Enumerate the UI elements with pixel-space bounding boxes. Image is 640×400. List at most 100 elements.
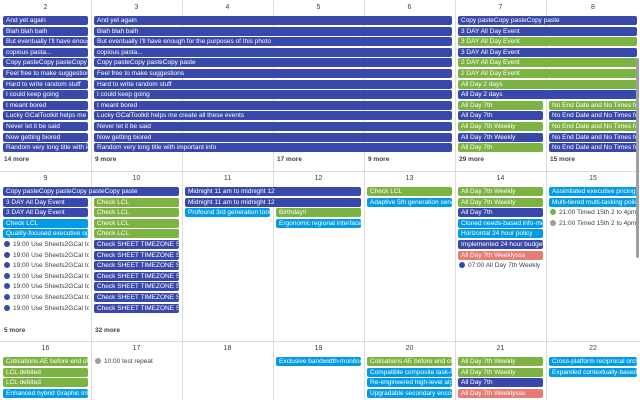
event-chip[interactable]: Adaptive 5th generation service-desk xyxy=(367,197,452,207)
event-chip[interactable]: Check SHEET TIMEZONE SETTING xyxy=(94,271,179,281)
event-chip[interactable]: Feel free to make suggestions xyxy=(94,69,452,78)
event-chip[interactable]: Implemented 24 hour budgetary management xyxy=(458,240,543,249)
day-number[interactable]: 15 xyxy=(546,173,640,185)
event-chip[interactable]: All Day 7th Weekly xyxy=(458,367,543,377)
event-chip[interactable]: 3 DAY All Day Event xyxy=(3,208,88,218)
event-chip[interactable]: Check SHEET TIMEZONE SETTING xyxy=(94,240,179,249)
event-chip[interactable]: Copy pasteCopy pasteCopy paste xyxy=(458,16,637,25)
event-chip[interactable]: Hard to write random stuff xyxy=(94,79,452,89)
event-chip[interactable]: Expanded contextually-based strategy xyxy=(549,367,637,377)
day-number[interactable]: 7 xyxy=(455,2,546,14)
event-chip[interactable]: 3 DAY All Day Event xyxy=(458,47,637,57)
event-chip[interactable]: All Day 7th Weekly xyxy=(458,122,543,131)
event-chip[interactable]: Copy pasteCopy pasteCopy pasteCopy paste xyxy=(3,187,179,196)
event-chip[interactable]: 2 DAY All Day Event xyxy=(458,69,637,78)
event-chip[interactable]: No End Date and No Times for this xyxy=(549,143,637,153)
event-chip[interactable]: Lucky GCalToolkit helps me create all th… xyxy=(94,111,452,121)
timed-event[interactable]: 21:00 Timed 15th 2 to 4pm xyxy=(550,208,638,217)
event-chip[interactable]: copious pasta... xyxy=(3,47,88,57)
event-chip[interactable]: Check LCL xyxy=(94,208,179,218)
day-number[interactable]: 19 xyxy=(273,343,364,355)
event-chip[interactable]: All Day 7th Weekly xyxy=(458,187,543,196)
vertical-scrollbar[interactable] xyxy=(636,58,639,258)
day-number[interactable]: 8 xyxy=(546,2,640,14)
event-chip[interactable]: Hard to write random stuff xyxy=(3,79,88,89)
more-events-link[interactable]: 9 more xyxy=(95,155,116,164)
event-chip[interactable]: No End Date and No Times for this xyxy=(549,132,637,142)
day-number[interactable]: 5 xyxy=(273,2,364,14)
event-chip[interactable]: LCL debited xyxy=(3,367,88,377)
event-chip[interactable]: I could keep going xyxy=(3,90,88,100)
event-chip[interactable]: Birthday!! xyxy=(276,208,361,218)
event-chip[interactable]: Now getting biored xyxy=(3,132,88,142)
event-chip[interactable]: Enhanced hybrid Graphic Interface xyxy=(3,388,88,398)
event-chip[interactable]: Check SHEET TIMEZONE SETTING xyxy=(94,303,179,313)
event-chip[interactable]: I meant bored xyxy=(3,100,88,110)
event-chip[interactable]: All Day 7th Weekly xyxy=(458,132,543,142)
event-chip[interactable]: All Day 7th Weeklysss xyxy=(458,388,543,398)
more-events-link[interactable]: 9 more xyxy=(368,155,389,164)
event-chip[interactable]: Midnight 11 am to midnight 12 xyxy=(185,187,361,196)
event-chip[interactable]: Never let it be said xyxy=(94,122,452,131)
event-chip[interactable]: Never let it be said xyxy=(3,122,88,131)
event-chip[interactable]: Exclusive bandwidth-monitored service xyxy=(276,357,361,366)
event-chip[interactable]: All Day 7th Weeklysss xyxy=(458,250,543,260)
day-number[interactable]: 2 xyxy=(0,2,91,14)
event-chip[interactable]: All Day 2 days xyxy=(458,90,637,100)
event-chip[interactable]: Feel free to make suggestions xyxy=(3,69,88,78)
event-chip[interactable]: Upgradable secondary encoding xyxy=(367,388,452,398)
event-chip[interactable]: copious pasta... xyxy=(94,47,452,57)
event-chip[interactable]: All Day 7th xyxy=(458,100,543,110)
timed-event[interactable]: 19:00 Use Sheets2GCal to sync xyxy=(4,261,89,270)
day-number[interactable]: 18 xyxy=(182,343,273,355)
event-chip[interactable]: Cross-platform reciprocal orchestration xyxy=(549,357,637,366)
event-chip[interactable]: Lucky GCalToolkit helps me create all th… xyxy=(3,111,88,121)
day-number[interactable]: 10 xyxy=(91,173,182,185)
timed-event[interactable]: 19:00 Use Sheets2GCal to sync xyxy=(4,282,89,291)
event-chip[interactable]: Check SHEET TIMEZONE SETTING xyxy=(94,293,179,302)
event-chip[interactable]: Multi-tiered multi-tasking policy xyxy=(549,197,637,207)
timed-event[interactable]: 19:00 Use Sheets2GCal to sync xyxy=(4,240,89,249)
event-chip[interactable]: LCL debited xyxy=(3,378,88,388)
event-chip[interactable]: Re-engineered high-level algorithm xyxy=(367,378,452,388)
day-number[interactable]: 22 xyxy=(546,343,640,355)
timed-event[interactable]: 19:00 Use Sheets2GCal to sync xyxy=(4,293,89,302)
event-chip[interactable]: Profound 3rd generation toolset xyxy=(185,208,270,218)
event-chip[interactable]: I could keep going xyxy=(94,90,452,100)
event-chip[interactable]: And yet again xyxy=(3,16,88,25)
event-chip[interactable]: Check LCL xyxy=(367,187,452,196)
event-chip[interactable]: All Day 7th xyxy=(458,208,543,218)
event-chip[interactable]: Blah blah balh xyxy=(3,26,88,36)
event-chip[interactable]: All Day 2 days xyxy=(458,79,637,89)
day-number[interactable]: 12 xyxy=(273,173,364,185)
event-chip[interactable]: No End Date and No Times for this xyxy=(549,111,637,121)
event-chip[interactable]: Check SHEET TIMEZONE SETTING xyxy=(94,250,179,260)
event-chip[interactable]: All Day 7th xyxy=(458,111,543,121)
event-chip[interactable]: 3 DAY All Day Event xyxy=(3,197,88,207)
event-chip[interactable]: All Day 7th xyxy=(458,378,543,388)
event-chip[interactable]: All Day 7th Weekly xyxy=(458,197,543,207)
timed-event[interactable]: 19:00 Use Sheets2GCal to sync xyxy=(4,304,89,313)
event-chip[interactable]: Cloned needs-based info-mediaries xyxy=(458,218,543,228)
event-chip[interactable]: All Day 7th xyxy=(458,143,543,153)
more-events-link[interactable]: 17 more xyxy=(277,155,302,164)
day-number[interactable]: 14 xyxy=(455,173,546,185)
timed-event[interactable]: 10:00 test repeat xyxy=(95,357,180,366)
more-events-link[interactable]: 32 more xyxy=(95,326,120,335)
event-chip[interactable]: Check LCL xyxy=(94,229,179,239)
timed-event[interactable]: 21:00 Timed 15th 2 to 4pm xyxy=(550,219,638,228)
event-chip[interactable]: Random very long title with important in… xyxy=(3,143,88,153)
event-chip[interactable]: 3 DAY All Day Event xyxy=(458,37,637,47)
event-chip[interactable]: Midnight 11 am to midnight 12 xyxy=(185,197,361,207)
event-chip[interactable]: But eventually I'll have enough for the … xyxy=(3,37,88,47)
timed-event[interactable]: 19:00 Use Sheets2GCal to sync xyxy=(4,251,89,260)
event-chip[interactable]: 2 DAY All Day Event xyxy=(458,58,637,68)
day-number[interactable]: 16 xyxy=(0,343,91,355)
day-number[interactable]: 21 xyxy=(455,343,546,355)
more-events-link[interactable]: 14 more xyxy=(4,155,29,164)
day-number[interactable]: 17 xyxy=(91,343,182,355)
event-chip[interactable]: Now getting biored xyxy=(94,132,452,142)
event-chip[interactable]: Compatible composite task-force xyxy=(367,367,452,377)
event-chip[interactable]: 3 DAY All Day Event xyxy=(458,26,637,36)
event-chip[interactable]: Random very long title with important in… xyxy=(94,143,452,153)
